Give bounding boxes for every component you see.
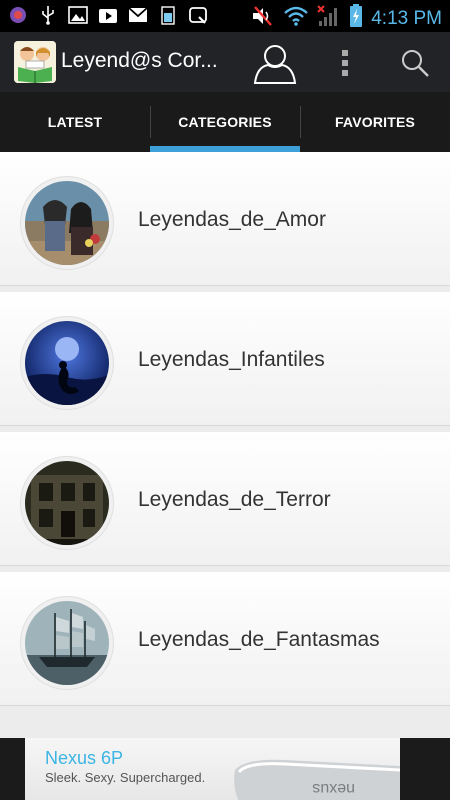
muted-icon <box>251 5 275 32</box>
image-icon <box>68 5 88 25</box>
wifi-icon <box>283 6 309 31</box>
category-item-terror[interactable]: Leyendas_de_Terror <box>0 432 450 566</box>
tab-favorites[interactable]: FAVORITES <box>300 92 450 152</box>
tab-bar: LATEST CATEGORIES FAVORITES <box>0 92 450 152</box>
ad-subtitle: Sleek. Sexy. Supercharged. <box>45 770 206 785</box>
tab-latest[interactable]: LATEST <box>0 92 150 152</box>
battery-charging-icon <box>349 4 363 33</box>
play-store-icon <box>98 5 118 25</box>
ad-banner-container: Nexus 6P Sleek. Sexy. Supercharged. nexu… <box>0 738 450 800</box>
category-thumbnail <box>20 176 114 270</box>
storage-icon <box>158 5 178 25</box>
category-label: Leyendas_de_Fantasmas <box>138 628 380 651</box>
user-icon <box>253 45 297 84</box>
category-label: Leyendas_Infantiles <box>138 348 325 371</box>
app-bar: Leyend@s Cor... <box>0 32 450 92</box>
user-profile-button[interactable] <box>252 42 298 84</box>
ad-title: Nexus 6P <box>45 748 124 768</box>
phone-image: nexus <box>234 759 400 800</box>
notification-icons <box>8 5 208 25</box>
mermaid-thumbnail <box>25 321 109 405</box>
category-thumbnail <box>20 456 114 550</box>
quickmemo-icon <box>188 5 208 25</box>
system-icons: 4:13 PM <box>251 4 442 33</box>
category-item-amor[interactable]: Leyendas_de_Amor <box>0 152 450 286</box>
ghost-ship-thumbnail <box>25 601 109 685</box>
category-list: Leyendas_de_Amor Leyendas_Infantiles Ley… <box>0 152 450 738</box>
category-label: Leyendas_de_Terror <box>138 488 331 511</box>
app-title: Leyend@s Cor... <box>61 49 218 72</box>
app-logo-icon[interactable] <box>14 41 56 83</box>
category-item-fantasmas[interactable]: Leyendas_de_Fantasmas <box>0 572 450 706</box>
search-icon <box>402 50 429 77</box>
gmail-icon <box>128 5 148 25</box>
clock: 4:13 PM <box>371 7 442 29</box>
haunted-house-thumbnail <box>25 461 109 545</box>
overflow-menu-button[interactable] <box>330 46 360 80</box>
category-label: Leyendas_de_Amor <box>138 208 326 231</box>
category-item-infantiles[interactable]: Leyendas_Infantiles <box>0 292 450 426</box>
overflow-menu-icon <box>342 50 348 76</box>
category-thumbnail <box>20 596 114 690</box>
usb-icon <box>38 5 58 25</box>
ad-phone-text: nexus <box>312 780 355 797</box>
app-icon <box>8 5 28 25</box>
couple-thumbnail <box>25 181 109 265</box>
status-bar: 4:13 PM <box>0 0 450 32</box>
category-thumbnail <box>20 316 114 410</box>
tab-categories[interactable]: CATEGORIES <box>150 92 300 152</box>
search-button[interactable] <box>398 46 432 80</box>
ad-banner[interactable]: Nexus 6P Sleek. Sexy. Supercharged. nexu… <box>25 738 400 800</box>
no-signal-icon <box>317 5 341 32</box>
